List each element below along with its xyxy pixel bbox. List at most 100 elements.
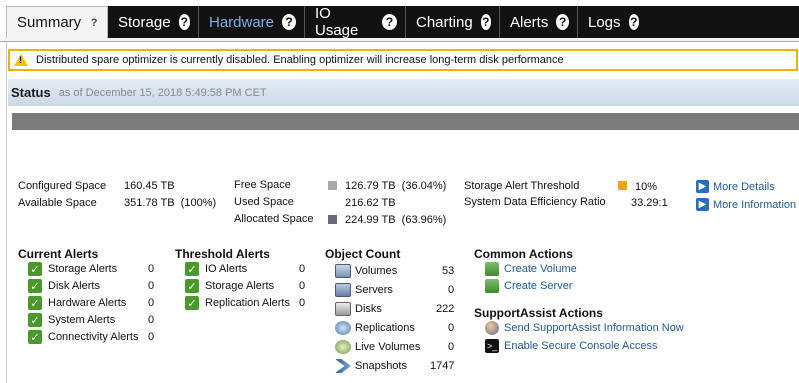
current-alert-label: System Alerts xyxy=(48,314,116,326)
allocated-space-label: Allocated Space xyxy=(234,213,314,225)
object-count-label[interactable]: Live Volumes xyxy=(355,341,420,353)
threshold-alert-label: Replication Alerts xyxy=(205,297,290,309)
tab-alerts[interactable]: Alerts ? xyxy=(500,6,578,38)
object-count-label[interactable]: Volumes xyxy=(355,265,397,277)
current-alert-count: 0 xyxy=(148,314,155,326)
arrow-right-icon[interactable]: ▶ xyxy=(696,198,709,211)
threshold-swatch xyxy=(618,181,627,190)
current-alert-label: Hardware Alerts xyxy=(48,297,127,309)
create-server-link[interactable]: Create Server xyxy=(504,280,572,292)
terminal-icon[interactable]: >_ xyxy=(485,339,499,353)
checkmark-icon: ✓ xyxy=(185,279,199,293)
used-space-label: Used Space xyxy=(234,196,294,208)
arrow-right-icon[interactable]: ▶ xyxy=(696,180,709,193)
create-server-icon[interactable] xyxy=(485,279,499,293)
object-count-label[interactable]: Servers xyxy=(355,284,393,296)
checkmark-icon: ✓ xyxy=(28,262,42,276)
replications-icon xyxy=(335,321,351,335)
current-alert-label: Disk Alerts xyxy=(48,280,100,292)
checkmark-icon: ✓ xyxy=(28,279,42,293)
current-alert-count: 0 xyxy=(148,331,155,343)
warning-text: Distributed spare optimizer is currently… xyxy=(36,54,564,66)
allocated-space-value: 224.99 TB (63.96%) xyxy=(345,214,447,226)
tab-charting[interactable]: Charting ? xyxy=(406,6,500,38)
current-alert-count: 0 xyxy=(148,280,155,292)
status-header: Status as of December 15, 2018 5:49:58 P… xyxy=(8,79,799,106)
volumes-icon xyxy=(335,264,351,278)
current-alert-label: Connectivity Alerts xyxy=(48,331,139,343)
available-space-label: Available Space xyxy=(18,197,97,209)
live-volumes-icon xyxy=(335,340,351,354)
used-space-value: 216.62 TB xyxy=(345,197,396,209)
object-count-value: 53 xyxy=(442,265,455,277)
efficiency-ratio-label: System Data Efficiency Ratio xyxy=(464,196,606,208)
threshold-alert-count: 0 xyxy=(299,280,306,292)
configured-space-label: Configured Space xyxy=(18,180,107,192)
tab-bar: Summary ? Storage ? Hardware ? IO Usage … xyxy=(0,0,799,42)
help-icon[interactable]: ? xyxy=(282,14,296,30)
help-icon[interactable]: ? xyxy=(480,14,491,30)
object-count-label[interactable]: Replications xyxy=(355,322,415,334)
object-count-value: 0 xyxy=(448,322,455,334)
checkmark-icon: ✓ xyxy=(28,313,42,327)
create-volume-link[interactable]: Create Volume xyxy=(504,263,577,275)
object-count-title: Object Count xyxy=(325,247,401,261)
object-count-value: 0 xyxy=(448,284,455,296)
user-icon[interactable] xyxy=(485,321,499,335)
servers-icon xyxy=(335,283,351,297)
free-space-label: Free Space xyxy=(234,179,291,191)
create-volume-icon[interactable] xyxy=(485,262,499,276)
tab-hardware[interactable]: Hardware ? xyxy=(199,6,305,38)
object-count-value: 222 xyxy=(436,303,455,315)
current-alert-count: 0 xyxy=(148,263,155,275)
secure-console-link[interactable]: Enable Secure Console Access xyxy=(504,340,657,352)
tab-io-usage-label: IO Usage xyxy=(315,5,359,39)
threshold-alert-label: IO Alerts xyxy=(205,263,248,275)
help-icon[interactable]: ? xyxy=(382,14,397,30)
help-icon[interactable]: ? xyxy=(556,14,569,30)
tab-storage-label: Storage xyxy=(118,13,171,31)
status-timestamp: as of December 15, 2018 5:49:58 PM CET xyxy=(58,86,267,99)
tab-charting-label: Charting xyxy=(416,13,473,31)
object-count-value: 0 xyxy=(448,341,455,353)
threshold-alert-count: 0 xyxy=(299,263,306,275)
object-count-label[interactable]: Snapshots xyxy=(355,360,407,372)
allocated-space-swatch xyxy=(328,215,337,224)
disks-icon xyxy=(335,302,351,316)
current-alert-count: 0 xyxy=(148,297,155,309)
free-space-swatch xyxy=(328,181,337,190)
object-count-label[interactable]: Disks xyxy=(355,303,382,315)
tab-storage[interactable]: Storage ? xyxy=(108,6,199,38)
tab-io-usage[interactable]: IO Usage ? xyxy=(305,5,406,39)
status-title: Status xyxy=(11,85,51,100)
warning-banner: Distributed spare optimizer is currently… xyxy=(8,49,798,71)
help-icon[interactable]: ? xyxy=(178,14,190,30)
more-details-link[interactable]: More Details xyxy=(713,181,775,193)
supportassist-actions-title: SupportAssist Actions xyxy=(474,306,603,320)
checkmark-icon: ✓ xyxy=(185,262,199,276)
more-information-link[interactable]: More Information xyxy=(713,199,796,211)
storage-usage-bar xyxy=(12,113,799,130)
tab-alerts-label: Alerts xyxy=(510,13,549,31)
storage-alert-threshold-value: 10% xyxy=(635,181,658,193)
help-icon[interactable]: ? xyxy=(628,14,639,30)
tab-summary[interactable]: Summary ? xyxy=(6,6,108,38)
current-alert-label: Storage Alerts xyxy=(48,263,118,275)
common-actions-title: Common Actions xyxy=(474,247,573,261)
object-count-value: 1747 xyxy=(430,360,455,372)
tab-list: Summary ? Storage ? Hardware ? IO Usage … xyxy=(6,5,648,39)
tab-logs[interactable]: Logs ? xyxy=(578,6,648,38)
threshold-alerts-title: Threshold Alerts xyxy=(175,247,270,261)
send-supportassist-link[interactable]: Send SupportAssist Information Now xyxy=(504,322,684,334)
tab-hardware-label: Hardware xyxy=(209,13,275,31)
checkmark-icon: ✓ xyxy=(185,296,199,310)
free-space-value: 126.79 TB (36.04%) xyxy=(345,180,447,192)
tab-summary-label: Summary xyxy=(17,14,82,31)
warning-icon xyxy=(14,54,28,66)
threshold-alert-count: 0 xyxy=(299,297,306,309)
storage-alert-threshold-label: Storage Alert Threshold xyxy=(464,180,580,192)
threshold-alert-label: Storage Alerts xyxy=(205,280,275,292)
help-icon[interactable]: ? xyxy=(89,15,99,31)
tab-bar-fill xyxy=(640,6,799,38)
efficiency-ratio-value: 33.29:1 xyxy=(631,197,668,209)
